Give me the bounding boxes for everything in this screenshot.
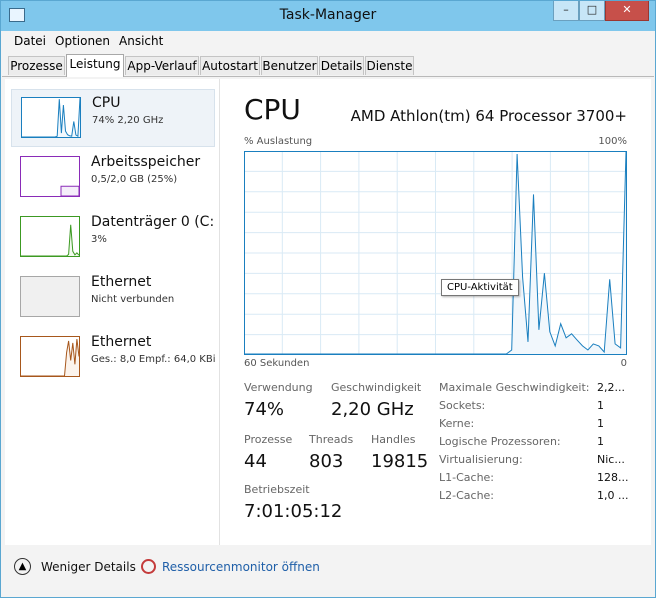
- cpu-thumbnail-graph: [21, 97, 81, 138]
- tab-strip: Prozesse Leistung App-Verlauf Autostart …: [2, 54, 654, 77]
- sidebar-item-subtitle: 3%: [91, 234, 107, 245]
- tab-autostart[interactable]: Autostart: [200, 56, 260, 75]
- tab-prozesse[interactable]: Prozesse: [8, 56, 65, 75]
- sidebar-item-subtitle: 74% 2,20 GHz: [92, 115, 164, 126]
- ethernet-thumbnail-graph: [20, 336, 80, 377]
- handles-value: 19815: [371, 451, 429, 472]
- usage-value: 74%: [244, 399, 285, 420]
- disk-thumbnail-graph: [20, 216, 80, 257]
- tab-leistung[interactable]: Leistung: [66, 54, 124, 77]
- cpu-detail: CPU AMD Athlon(tm) 64 Processor 3700+ % …: [219, 79, 651, 545]
- close-button[interactable]: ✕: [605, 1, 649, 21]
- sidebar-item-subtitle: Nicht verbunden: [91, 294, 175, 305]
- sidebar-item-ethernet-2[interactable]: Ethernet Ges.: 8,0 Empf.: 64,0 KBi: [11, 329, 216, 387]
- thumb-memory-area: [60, 185, 80, 197]
- detail-value: 1: [597, 399, 604, 412]
- menu-datei[interactable]: Datei: [14, 34, 46, 48]
- memory-thumbnail-graph: [20, 156, 80, 197]
- sidebar-item-cpu[interactable]: CPU 74% 2,20 GHz: [11, 89, 215, 147]
- detail-value: 1,0 ...: [597, 489, 629, 502]
- sidebar-item-title: Ethernet: [91, 334, 152, 350]
- uptime-value: 7:01:05:12: [244, 501, 343, 522]
- y-axis-label: % Auslastung: [244, 136, 313, 147]
- detail-label: Sockets:: [439, 399, 486, 412]
- speed-label: Geschwindigkeit: [331, 381, 422, 394]
- sidebar-item-title: Ethernet: [91, 274, 152, 290]
- footer-bar: ▲ Weniger Details Ressourcenmonitor öffn…: [2, 549, 654, 595]
- close-icon: ✕: [622, 3, 632, 16]
- sidebar-item-subtitle: 0,5/2,0 GB (25%): [91, 174, 178, 185]
- maximize-icon: □: [586, 3, 598, 16]
- detail-label: Virtualisierung:: [439, 453, 523, 466]
- window-controls: – □ ✕: [553, 1, 649, 22]
- detail-value: Nic...: [597, 453, 625, 466]
- menu-ansicht[interactable]: Ansicht: [119, 34, 163, 48]
- thumb-area: [22, 98, 80, 137]
- sidebar-item-disk[interactable]: Datenträger 0 (C: E 3%: [11, 209, 219, 267]
- title-bar[interactable]: Task-Manager – □ ✕: [1, 1, 655, 31]
- sidebar-item-title: Datenträger 0 (C: E: [91, 214, 220, 230]
- task-manager-window: Task-Manager – □ ✕ Datei Optionen Ansich…: [0, 0, 656, 598]
- thumb-line: [22, 97, 81, 138]
- uptime-label: Betriebszeit: [244, 483, 310, 496]
- speed-value: 2,20 GHz: [331, 399, 414, 420]
- detail-label: Logische Prozessoren:: [439, 435, 561, 448]
- tab-dienste[interactable]: Dienste: [365, 56, 414, 75]
- chart-tooltip: CPU-Aktivität: [441, 279, 519, 296]
- sidebar-item-subtitle: Ges.: 8,0 Empf.: 64,0 KBi: [91, 354, 216, 365]
- handles-label: Handles: [371, 433, 416, 446]
- minimize-icon: –: [563, 3, 569, 16]
- minimize-button[interactable]: –: [553, 1, 579, 21]
- detail-label: L2-Cache:: [439, 489, 495, 502]
- detail-label: Maximale Geschwindigkeit:: [439, 381, 590, 394]
- sidebar-item-ethernet-1[interactable]: Ethernet Nicht verbunden: [11, 269, 215, 327]
- menu-optionen[interactable]: Optionen: [55, 34, 110, 48]
- threads-value: 803: [309, 451, 344, 472]
- processes-value: 44: [244, 451, 267, 472]
- page-title: CPU: [244, 93, 301, 126]
- chevron-up-icon[interactable]: ▲: [14, 558, 31, 575]
- tab-benutzer[interactable]: Benutzer: [261, 56, 318, 75]
- resource-monitor-link[interactable]: Ressourcenmonitor öffnen: [162, 560, 320, 574]
- detail-label: Kerne:: [439, 417, 475, 430]
- x-left-label: 60 Sekunden: [244, 358, 310, 369]
- menu-bar: Datei Optionen Ansicht: [2, 32, 654, 50]
- detail-value: 1: [597, 417, 604, 430]
- sidebar-item-memory[interactable]: Arbeitsspeicher 0,5/2,0 GB (25%): [11, 149, 215, 207]
- detail-value: 1: [597, 435, 604, 448]
- threads-label: Threads: [309, 433, 354, 446]
- performance-panel: CPU 74% 2,20 GHz Arbeitsspeicher 0,5/2,0…: [5, 79, 651, 545]
- detail-value: 2,2...: [597, 381, 625, 394]
- usage-label: Verwendung: [244, 381, 313, 394]
- tab-details[interactable]: Details: [319, 56, 364, 75]
- less-details-button[interactable]: Weniger Details: [41, 560, 136, 574]
- sidebar-item-title: Arbeitsspeicher: [91, 154, 201, 170]
- maximize-button[interactable]: □: [579, 1, 605, 21]
- y-max-label: 100%: [598, 136, 627, 147]
- tab-app-verlauf[interactable]: App-Verlauf: [125, 56, 199, 75]
- processor-name: AMD Athlon(tm) 64 Processor 3700+: [350, 107, 627, 125]
- x-right-label: 0: [620, 358, 627, 369]
- processes-label: Prozesse: [244, 433, 293, 446]
- cpu-usage-chart[interactable]: [244, 151, 627, 355]
- detail-value: 128...: [597, 471, 629, 484]
- detail-label: L1-Cache:: [439, 471, 495, 484]
- ethernet-thumbnail-graph: [20, 276, 80, 317]
- resource-monitor-icon: [141, 559, 156, 574]
- sidebar-item-title: CPU: [92, 95, 121, 111]
- resource-list: CPU 74% 2,20 GHz Arbeitsspeicher 0,5/2,0…: [5, 79, 220, 545]
